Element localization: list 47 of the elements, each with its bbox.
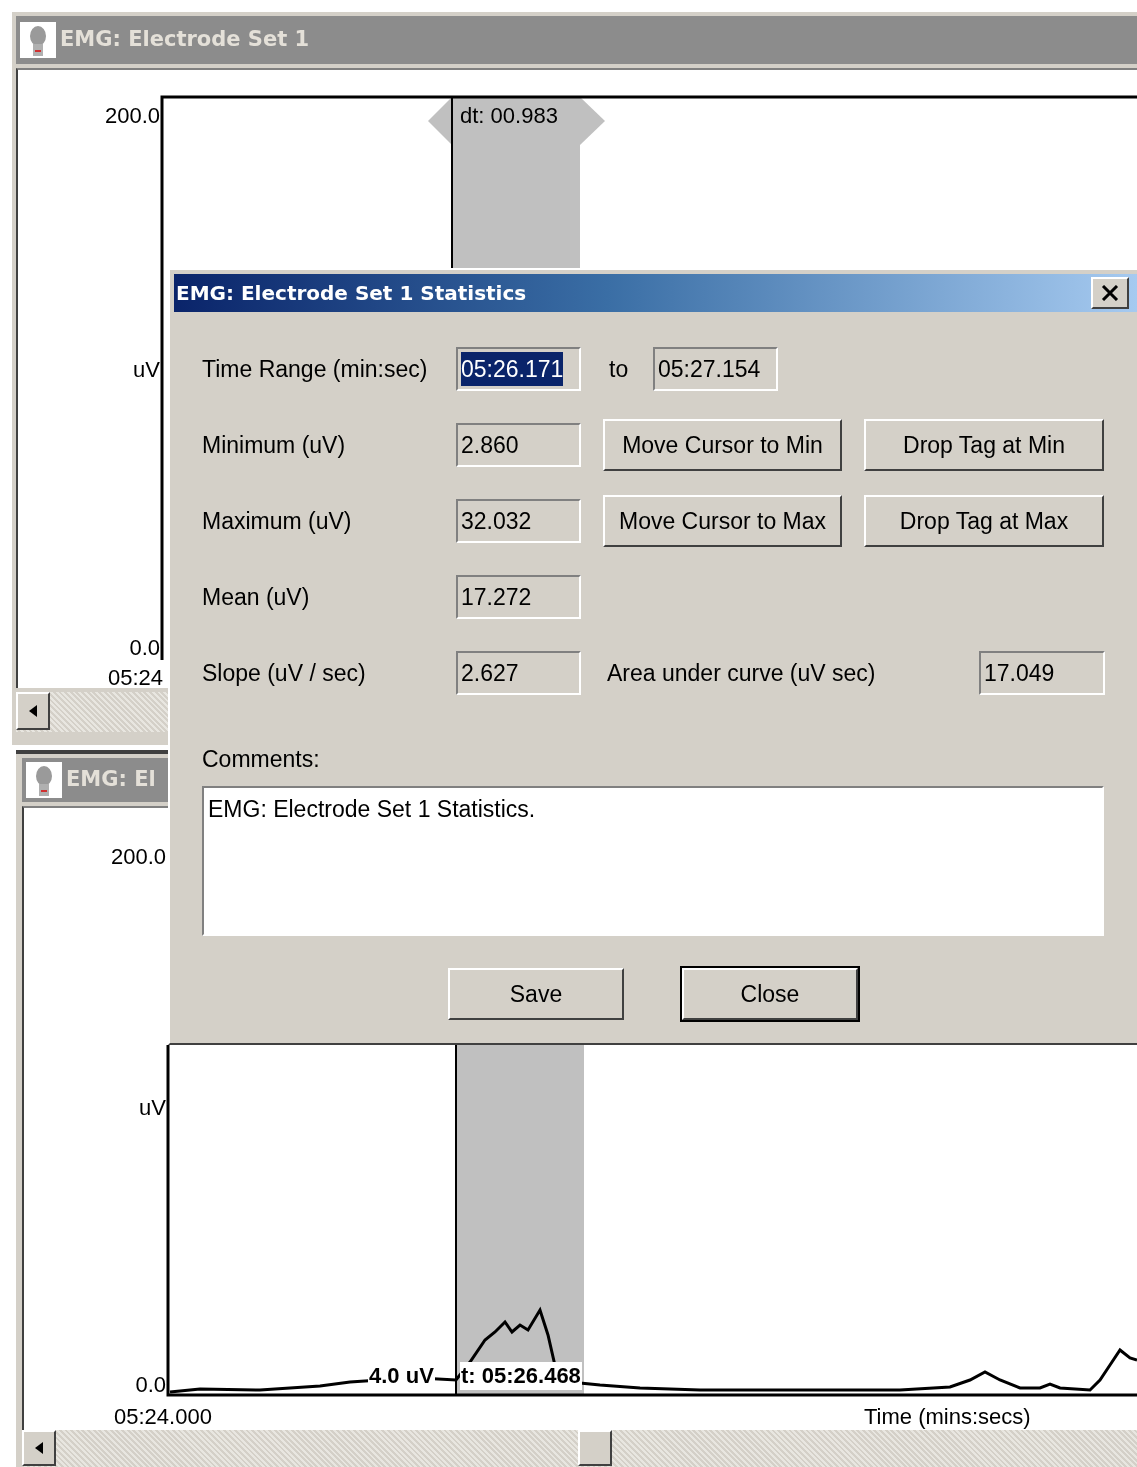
y-unit-label: uV: [139, 1094, 166, 1122]
field-label: Mean (uV): [202, 582, 311, 612]
input-field[interactable]: 17.049: [979, 651, 1105, 695]
field-label: Minimum (uV): [202, 430, 347, 460]
dialog-button[interactable]: Move Cursor to Max: [603, 495, 842, 547]
y-max-label: 200.0: [110, 843, 166, 871]
dialog-button[interactable]: Close: [682, 968, 858, 1020]
scroll-thumb[interactable]: [578, 1430, 612, 1466]
interval-tag[interactable]: [428, 97, 605, 145]
person-icon: [26, 762, 62, 798]
horizontal-scrollbar[interactable]: [22, 1430, 1137, 1467]
close-icon: [1101, 285, 1119, 301]
dialog-button[interactable]: Save: [448, 968, 624, 1020]
y-unit-label: uV: [133, 356, 160, 384]
dialog-button[interactable]: Drop Tag at Min: [864, 419, 1104, 471]
cursor-time-label: t: 05:26.468: [460, 1362, 582, 1390]
field-label: Time Range (min:sec): [202, 354, 429, 384]
y-max-label: 200.0: [104, 102, 160, 130]
interval-label: dt: 00.983: [460, 102, 558, 130]
dialog-button[interactable]: Drop Tag at Max: [864, 495, 1104, 547]
field-label: Slope (uV / sec): [202, 658, 367, 688]
input-field[interactable]: 17.272: [456, 575, 581, 619]
input-field[interactable]: 32.032: [456, 499, 581, 543]
field-label: Maximum (uV): [202, 506, 353, 536]
left-arrow-icon: [29, 705, 37, 717]
comments-field[interactable]: EMG: Electrode Set 1 Statistics.: [202, 786, 1104, 936]
input-field[interactable]: 05:26.171: [456, 347, 581, 391]
y-min-label: 0.0: [129, 634, 160, 662]
dialog-title: EMG: Electrode Set 1 Statistics: [176, 280, 527, 307]
x-start-label: 05:24: [108, 664, 164, 692]
x-start-label: 05:24.000: [114, 1403, 212, 1431]
field-label: to: [609, 354, 630, 384]
close-button[interactable]: [1091, 277, 1129, 309]
window-title: EMG: El: [66, 766, 156, 794]
left-arrow-icon: [35, 1442, 43, 1454]
window-title: EMG: Electrode Set 1: [60, 26, 310, 54]
input-field[interactable]: 05:27.154: [653, 347, 778, 391]
field-label: Area under curve (uV sec): [607, 658, 877, 688]
dialog-button[interactable]: Move Cursor to Min: [603, 419, 842, 471]
person-icon: [20, 22, 56, 58]
y-min-label: 0.0: [135, 1371, 166, 1399]
scroll-left-button[interactable]: [22, 1430, 56, 1466]
x-axis-title: Time (mins:secs): [864, 1403, 1031, 1431]
scroll-left-button[interactable]: [16, 692, 50, 730]
input-field[interactable]: 2.627: [456, 651, 581, 695]
field-label: Comments:: [202, 744, 320, 774]
input-field[interactable]: 2.860: [456, 423, 581, 467]
